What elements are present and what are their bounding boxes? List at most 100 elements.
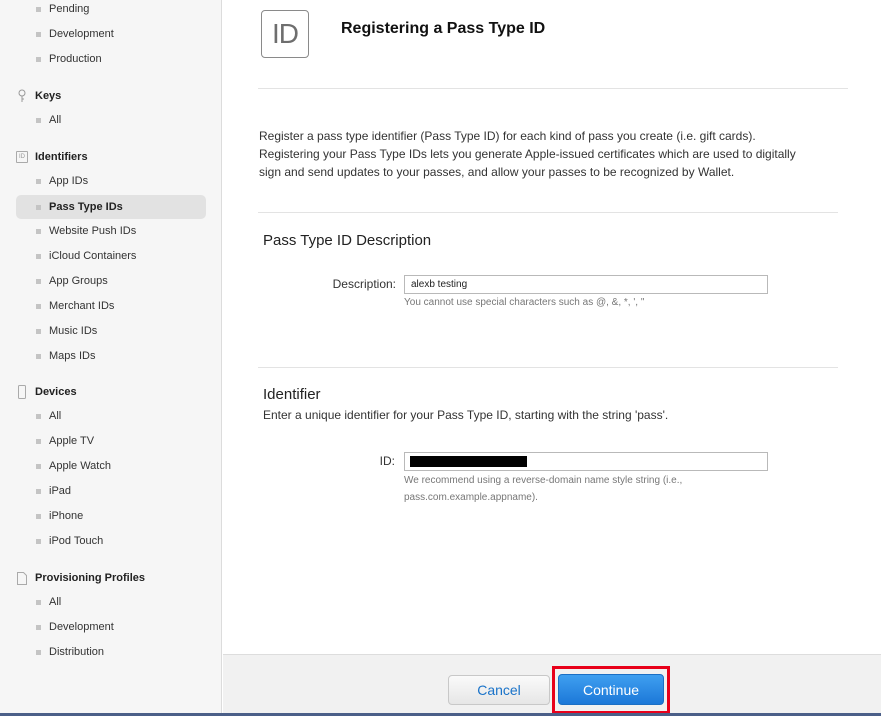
bullet-icon	[36, 438, 41, 444]
sidebar-item-apple-tv[interactable]: Apple TV	[16, 429, 206, 453]
sidebar-item-ipod-touch[interactable]: iPod Touch	[16, 529, 206, 553]
identifier-description: Enter a unique identifier for your Pass …	[263, 408, 669, 422]
device-icon	[16, 385, 28, 399]
bullet-icon	[36, 31, 41, 37]
intro-line: sign and send updates to your passes, an…	[259, 165, 735, 179]
sidebar-item-label: All	[49, 596, 62, 608]
sidebar-section-devices[interactable]: Devices	[16, 382, 206, 402]
description-label: Description:	[332, 277, 396, 291]
intro-line: Register a pass type identifier (Pass Ty…	[259, 129, 756, 143]
sidebar-item-maps-ids[interactable]: Maps IDs	[16, 344, 206, 368]
continue-button[interactable]: Continue	[558, 674, 664, 705]
bullet-icon	[36, 303, 41, 309]
sidebar-section-label: Devices	[35, 386, 77, 398]
bullet-icon	[36, 599, 41, 605]
bullet-icon	[36, 253, 41, 259]
sidebar-item-music-ids[interactable]: Music IDs	[16, 319, 206, 343]
divider	[258, 367, 838, 368]
sidebar-item-label: Apple TV	[49, 435, 95, 447]
bullet-icon	[36, 6, 41, 12]
page-title: Registering a Pass Type ID	[341, 20, 546, 37]
sidebar-item-label: Production	[49, 53, 102, 65]
main-content: ID Registering a Pass Type ID Register a…	[223, 0, 881, 716]
bullet-icon	[36, 328, 41, 334]
cancel-button[interactable]: Cancel	[448, 675, 550, 705]
sidebar-section-label: Provisioning Profiles	[35, 572, 146, 584]
bullet-icon	[36, 413, 41, 419]
bullet-icon	[36, 488, 41, 494]
bullet-icon	[36, 513, 41, 519]
sidebar-item-label: App Groups	[49, 275, 108, 287]
bullet-icon	[36, 353, 41, 359]
sidebar-item-devices-all[interactable]: All	[16, 404, 206, 428]
sidebar-item-profiles-development[interactable]: Development	[16, 615, 206, 639]
id-hint: We recommend using a reverse-domain name…	[404, 472, 682, 506]
sidebar-item-label: Development	[49, 621, 114, 633]
sidebar-item-profiles-distribution[interactable]: Distribution	[16, 640, 206, 664]
sidebar-item-certs-development[interactable]: Development	[16, 22, 206, 46]
id-badge-icon: ID	[261, 10, 309, 58]
sidebar-item-label: All	[49, 410, 62, 422]
id-label: ID:	[379, 454, 395, 468]
sidebar-item-ipad[interactable]: iPad	[16, 479, 206, 503]
sidebar-item-label: Website Push IDs	[49, 225, 137, 237]
sidebar-item-label: Merchant IDs	[49, 300, 115, 312]
bullet-icon	[36, 649, 41, 655]
sidebar-item-label: iCloud Containers	[49, 250, 137, 262]
sidebar-item-profiles-all[interactable]: All	[16, 590, 206, 614]
sidebar-item-iphone[interactable]: iPhone	[16, 504, 206, 528]
sidebar-section-provisioning-profiles[interactable]: Provisioning Profiles	[16, 568, 206, 588]
id-hint-line: pass.com.example.appname).	[404, 492, 538, 503]
sidebar-item-label: All	[49, 114, 62, 126]
key-icon	[16, 89, 28, 103]
sidebar-item-keys-all[interactable]: All	[16, 108, 206, 132]
sidebar-item-label: iPhone	[49, 510, 84, 522]
sidebar-item-label: App IDs	[49, 175, 89, 187]
sidebar-item-pass-type-ids[interactable]: Pass Type IDs	[16, 195, 206, 219]
description-input[interactable]	[404, 275, 768, 294]
sidebar-item-label: Development	[49, 28, 114, 40]
divider	[258, 212, 838, 213]
sidebar-item-icloud-containers[interactable]: iCloud Containers	[16, 244, 206, 268]
sidebar-item-apple-watch[interactable]: Apple Watch	[16, 454, 206, 478]
sidebar: Pending Development Production Keys All …	[0, 0, 222, 716]
bullet-icon	[36, 228, 41, 234]
sidebar-item-label: Apple Watch	[49, 460, 111, 472]
sidebar-item-app-groups[interactable]: App Groups	[16, 269, 206, 293]
divider	[258, 88, 848, 89]
intro-line: Registering your Pass Type IDs lets you …	[259, 147, 796, 161]
id-hint-line: We recommend using a reverse-domain name…	[404, 475, 683, 486]
bullet-icon	[36, 56, 41, 62]
bullet-icon	[36, 538, 41, 544]
sidebar-item-app-ids[interactable]: App IDs	[16, 169, 206, 193]
bullet-icon	[36, 204, 41, 210]
sidebar-item-label: Pending	[49, 3, 90, 15]
footer-bar: Cancel Continue	[223, 654, 881, 716]
bullet-icon	[36, 463, 41, 469]
bullet-icon	[36, 278, 41, 284]
sidebar-item-label: Pass Type IDs	[49, 201, 123, 213]
sidebar-item-label: Maps IDs	[49, 350, 96, 362]
intro-text: Register a pass type identifier (Pass Ty…	[259, 127, 839, 181]
sidebar-item-website-push-ids[interactable]: Website Push IDs	[16, 219, 206, 243]
description-hint: You cannot use special characters such a…	[404, 297, 645, 308]
sidebar-item-label: Distribution	[49, 646, 105, 658]
sidebar-section-keys[interactable]: Keys	[16, 86, 206, 106]
bullet-icon	[36, 117, 41, 123]
section-title-description: Pass Type ID Description	[263, 232, 432, 249]
sidebar-item-label: iPod Touch	[49, 535, 104, 547]
document-icon	[16, 571, 28, 585]
redaction-bar	[410, 456, 527, 467]
sidebar-item-label: Music IDs	[49, 325, 98, 337]
sidebar-section-label: Keys	[35, 90, 62, 102]
sidebar-item-pending[interactable]: Pending	[16, 0, 206, 21]
bullet-icon	[36, 178, 41, 184]
sidebar-item-merchant-ids[interactable]: Merchant IDs	[16, 294, 206, 318]
id-icon: ID	[16, 150, 28, 164]
section-title-identifier: Identifier	[263, 386, 321, 403]
sidebar-item-certs-production[interactable]: Production	[16, 47, 206, 71]
sidebar-section-identifiers[interactable]: ID Identifiers	[16, 147, 206, 167]
sidebar-item-label: iPad	[49, 485, 72, 497]
bullet-icon	[36, 624, 41, 630]
sidebar-section-label: Identifiers	[35, 151, 88, 163]
